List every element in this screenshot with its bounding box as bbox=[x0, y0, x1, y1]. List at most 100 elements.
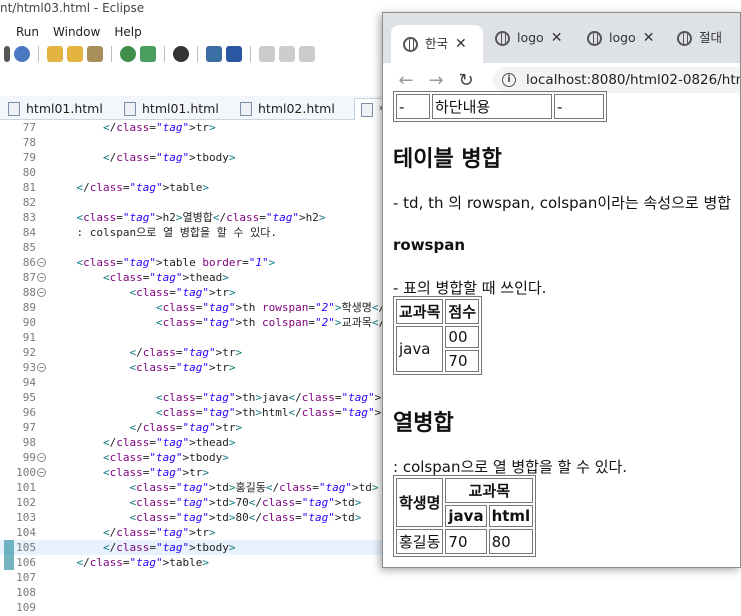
line-number: 81 bbox=[22, 181, 36, 194]
tool-icon[interactable] bbox=[87, 46, 103, 62]
code-text: <class="tag">tr> bbox=[129, 286, 236, 299]
browser-tab-1[interactable]: 한국 ✕ bbox=[391, 25, 483, 63]
browser-tab-label: logo bbox=[517, 30, 544, 45]
browser-tab-label: 한국 bbox=[425, 36, 449, 51]
fold-toggle-icon[interactable]: − bbox=[37, 453, 46, 462]
url-field[interactable]: i localhost:8080/html02-0826/html0 bbox=[493, 67, 741, 93]
code-text: <class="tag">td>80</class="tag">td> bbox=[129, 511, 362, 524]
info-icon[interactable]: i bbox=[502, 73, 516, 87]
line-number: 105 bbox=[16, 541, 36, 554]
code-text: </class="tag">thead> bbox=[102, 436, 236, 449]
pause-icon[interactable] bbox=[279, 46, 295, 62]
menu-help[interactable]: Help bbox=[114, 22, 141, 42]
tab-label: html01.html bbox=[26, 101, 103, 116]
globe-icon bbox=[677, 30, 692, 46]
browser-tab-3[interactable]: logo ✕ bbox=[583, 25, 654, 51]
code-text: <class="tag">td>홍길동</class="tag">td> bbox=[129, 481, 379, 494]
pin-icon[interactable] bbox=[226, 46, 242, 62]
tab-html01-b[interactable]: html01.html bbox=[124, 98, 219, 120]
code-line[interactable]: 107 bbox=[0, 570, 741, 585]
line-number: 103 bbox=[16, 511, 36, 524]
new-element-icon[interactable] bbox=[14, 46, 30, 62]
fold-toggle-icon[interactable]: − bbox=[37, 258, 46, 267]
back-icon[interactable]: ← bbox=[391, 70, 421, 91]
code-text: </class="tag">tr> bbox=[129, 346, 243, 359]
line-number: 97 bbox=[22, 421, 36, 434]
line-number: 83 bbox=[22, 211, 36, 224]
table-header: 점수 bbox=[445, 299, 480, 324]
open-folder-icon[interactable] bbox=[47, 46, 63, 62]
open-project-icon[interactable] bbox=[67, 46, 83, 62]
line-number: 89 bbox=[22, 301, 36, 314]
stop-icon[interactable] bbox=[299, 46, 315, 62]
merge-description: - td, th 의 rowspan, colspan이라는 속성으로 병합 bbox=[393, 194, 732, 212]
browser-tab-strip: 한국 ✕ logo ✕ logo ✕ 절대 bbox=[383, 13, 740, 63]
line-number: 108 bbox=[16, 586, 36, 599]
table-cell: 홍길동 bbox=[396, 529, 444, 554]
fold-toggle-icon[interactable]: − bbox=[37, 273, 46, 282]
table-header: 학생명 bbox=[396, 478, 444, 527]
browser-tab-4[interactable]: 절대 bbox=[673, 25, 722, 51]
user-icon[interactable] bbox=[173, 46, 189, 62]
reload-icon[interactable]: ↻ bbox=[451, 70, 481, 91]
line-number: 88 bbox=[22, 286, 36, 299]
line-number: 79 bbox=[22, 151, 36, 164]
code-text: </class="tag">tbody> bbox=[102, 151, 236, 164]
table-cell: 하단내용 bbox=[432, 94, 552, 119]
close-icon[interactable]: ✕ bbox=[455, 25, 467, 63]
close-icon[interactable]: ✕ bbox=[643, 25, 655, 51]
deploy-icon[interactable] bbox=[140, 46, 156, 62]
line-number: 102 bbox=[16, 496, 36, 509]
globe-icon bbox=[495, 30, 510, 46]
rowspan-table: 교과목 점수 java 00 70 bbox=[393, 296, 483, 375]
close-icon[interactable]: ✕ bbox=[551, 25, 563, 51]
file-icon bbox=[240, 102, 252, 116]
code-text: <class="tag">thead> bbox=[102, 271, 229, 284]
browser-tab-2[interactable]: logo ✕ bbox=[491, 25, 562, 51]
fold-toggle-icon[interactable]: − bbox=[37, 363, 46, 372]
code-text: <class="tag">tbody> bbox=[102, 451, 229, 464]
table-cell: - bbox=[396, 94, 430, 119]
table-cell: 70 bbox=[445, 529, 487, 554]
code-text: <class="tag">td>70</class="tag">td> bbox=[129, 496, 362, 509]
url-text: localhost:8080/html02-0826/html0 bbox=[526, 72, 741, 88]
globe-icon[interactable] bbox=[120, 46, 136, 62]
code-line[interactable]: 109 bbox=[0, 600, 741, 615]
browser-window: 한국 ✕ logo ✕ logo ✕ 절대 ← → ↻ i localhost:8080… bbox=[382, 12, 741, 568]
menu-window[interactable]: Window bbox=[53, 22, 100, 42]
globe-icon bbox=[587, 30, 602, 46]
line-number: 86 bbox=[22, 256, 36, 269]
line-number: 96 bbox=[22, 406, 36, 419]
previous-table: - 하단내용 - bbox=[393, 91, 607, 122]
line-number: 98 bbox=[22, 436, 36, 449]
fold-toggle-icon[interactable]: − bbox=[37, 288, 46, 297]
table-cell: 00 bbox=[445, 326, 480, 348]
tab-html01[interactable]: html01.html bbox=[8, 98, 103, 120]
play-icon[interactable] bbox=[259, 46, 275, 62]
code-text: <class="tag">h2>열병합</class="tag">h2> bbox=[76, 211, 326, 224]
file-icon bbox=[361, 102, 373, 117]
code-text: </class="tag">table> bbox=[76, 556, 210, 569]
menu-run[interactable]: Run bbox=[16, 22, 39, 42]
code-text: </class="tag">table> bbox=[76, 181, 210, 194]
forward-icon[interactable]: → bbox=[421, 70, 451, 91]
table-header: java bbox=[445, 505, 487, 527]
tab-html02[interactable]: html02.html bbox=[240, 98, 335, 120]
page-content: - 하단내용 - 테이블 병합 - td, th 의 rowspan, colspa… bbox=[383, 91, 740, 567]
line-number: 109 bbox=[16, 601, 36, 614]
line-number: 107 bbox=[16, 571, 36, 584]
heading-table-merge: 테이블 병합 bbox=[393, 147, 502, 172]
line-number: 106 bbox=[16, 556, 36, 569]
code-text: </class="tag">tr> bbox=[102, 526, 216, 539]
code-text: <class="tag">tr> bbox=[102, 466, 209, 479]
line-number: 100 bbox=[16, 466, 36, 479]
line-number: 92 bbox=[22, 346, 36, 359]
table-header: html bbox=[488, 505, 534, 527]
dropdown-icon[interactable] bbox=[4, 46, 10, 62]
code-line[interactable]: 108 bbox=[0, 585, 741, 600]
fold-toggle-icon[interactable]: − bbox=[37, 468, 46, 477]
line-number: 87 bbox=[22, 271, 36, 284]
line-number: 78 bbox=[22, 136, 36, 149]
line-number: 101 bbox=[16, 481, 36, 494]
screen-icon[interactable] bbox=[206, 46, 222, 62]
